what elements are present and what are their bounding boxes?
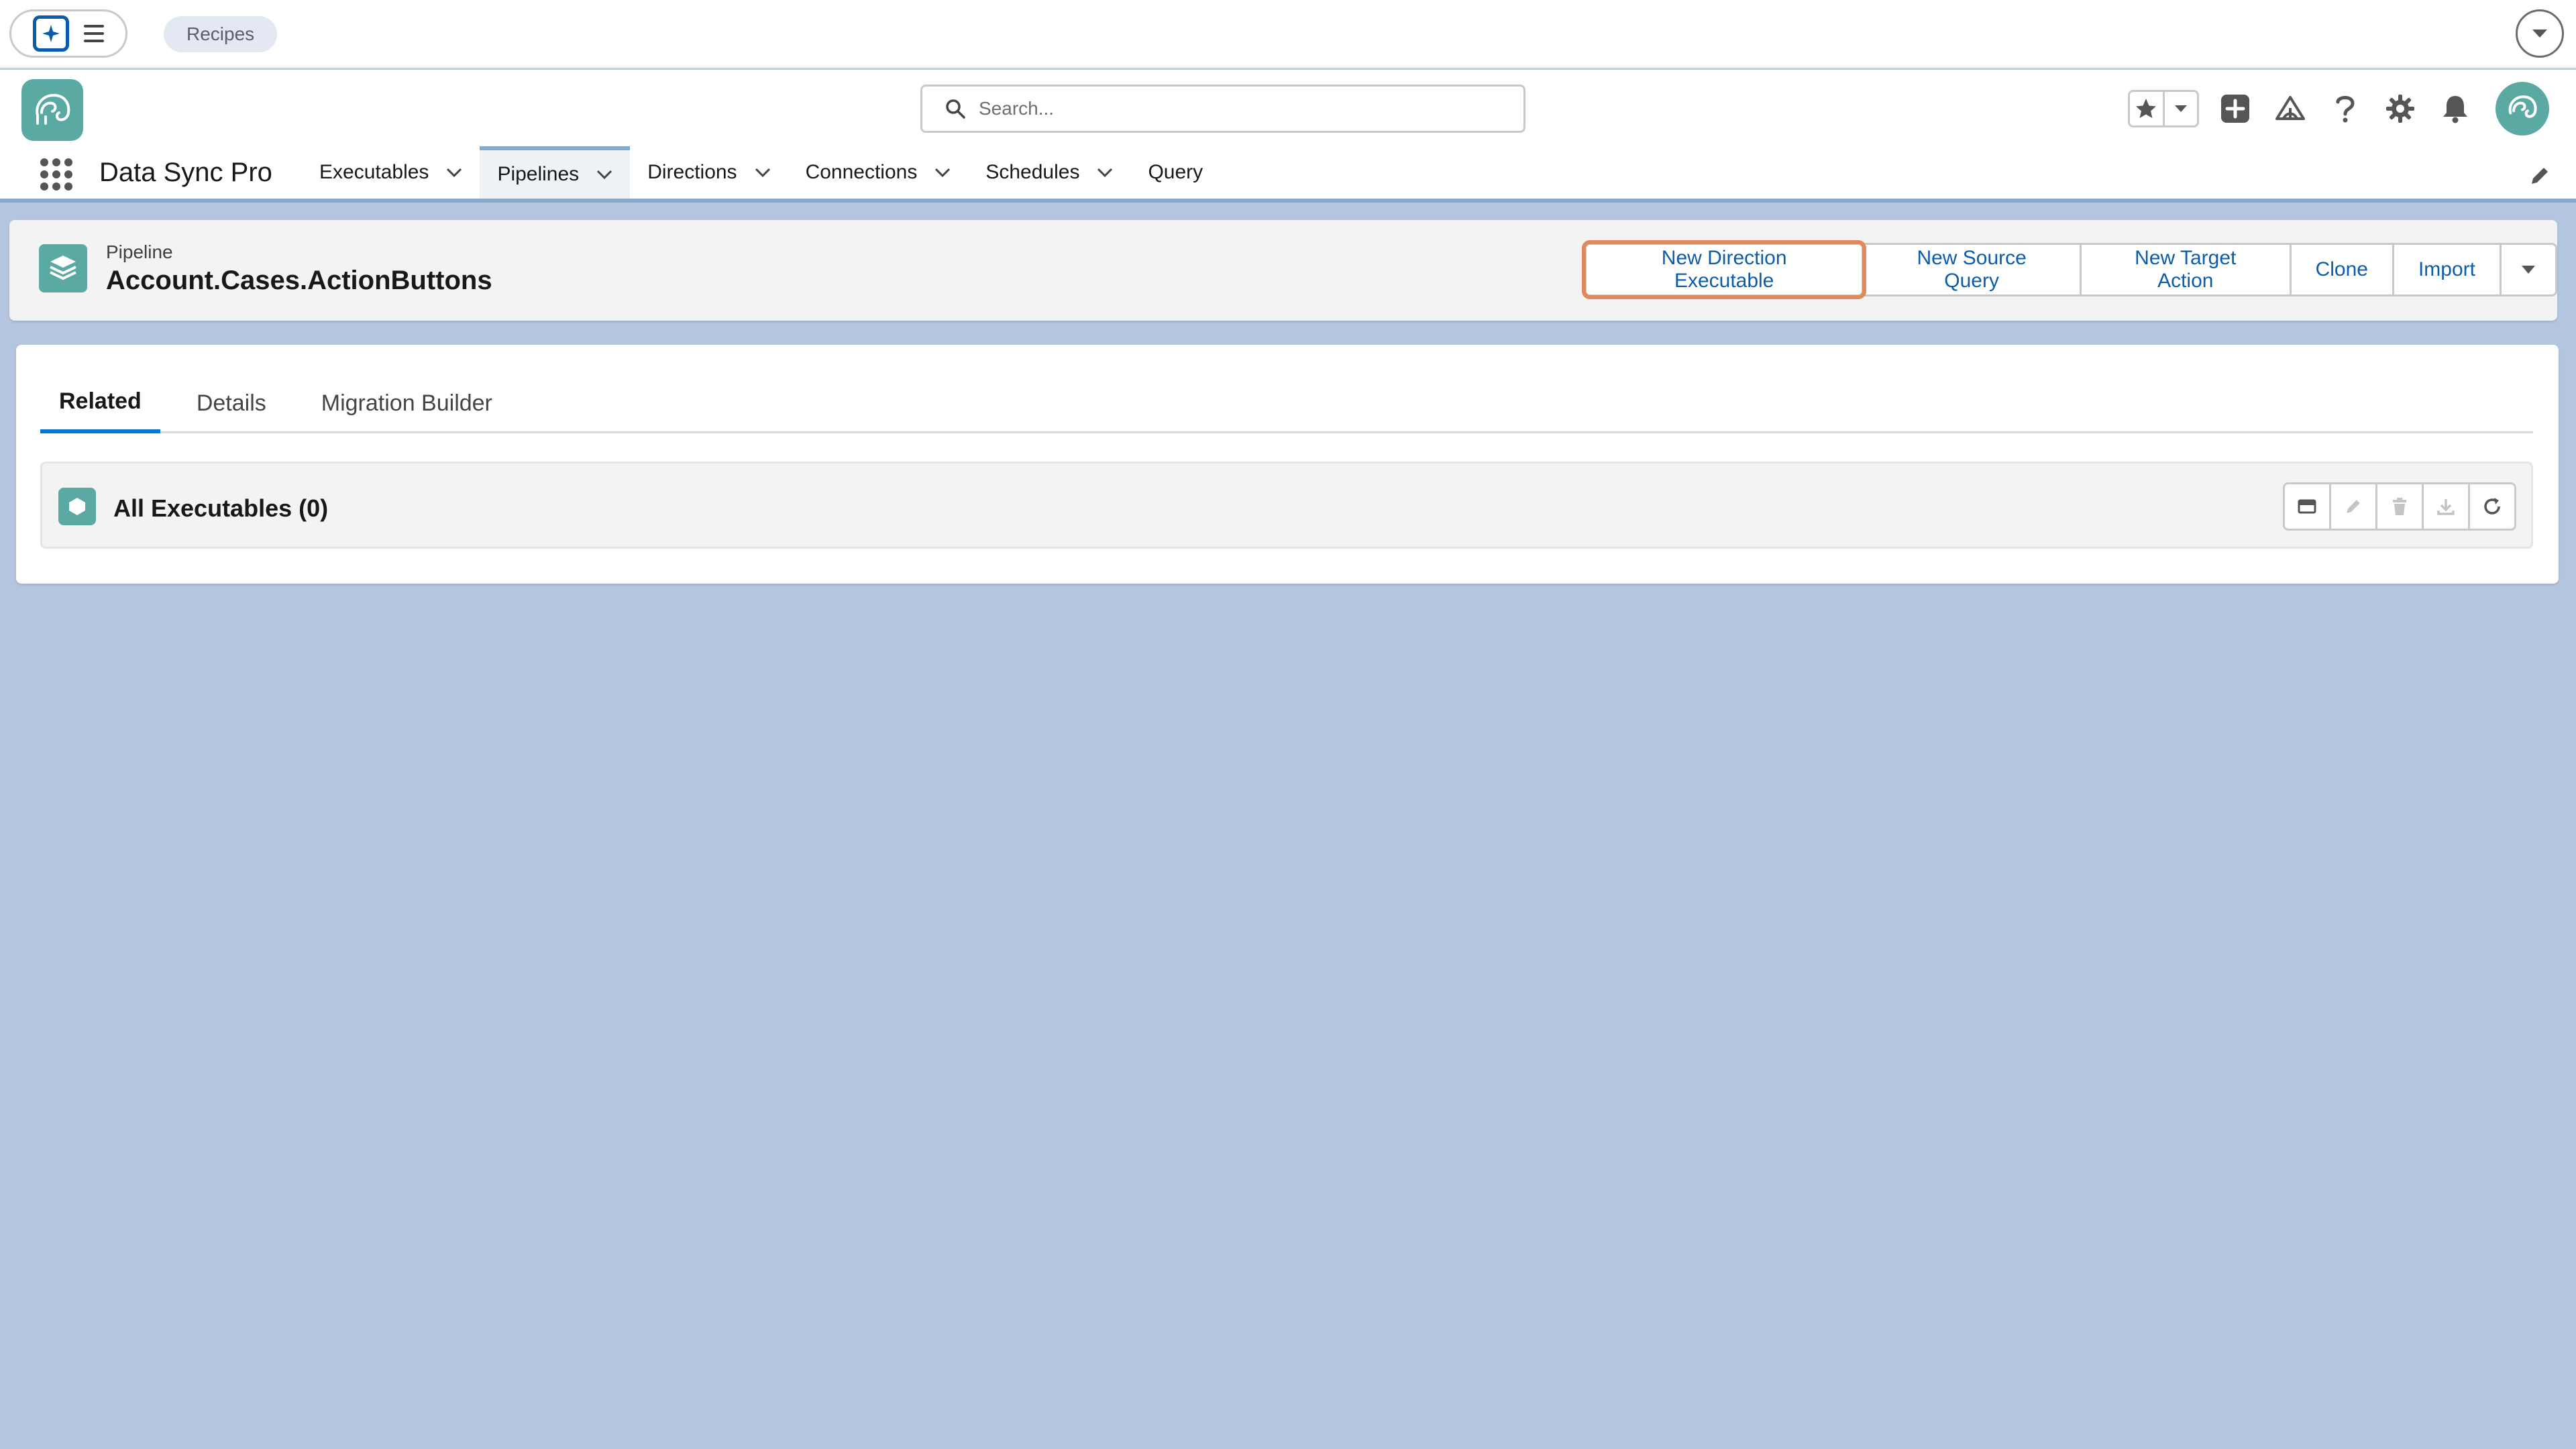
favorites-menu-button[interactable] (2165, 92, 2198, 125)
trash-icon (2393, 498, 2406, 515)
elephant-logo-icon (36, 93, 70, 125)
nav-item-directions[interactable]: Directions (630, 146, 788, 199)
related-list-title[interactable]: All Executables (0) (113, 494, 328, 523)
chevron-down-icon[interactable] (1097, 164, 1113, 180)
setup-button[interactable] (2381, 90, 2419, 127)
new-target-action-button[interactable]: New Target Action (2079, 243, 2292, 297)
recipes-chip[interactable]: Recipes (164, 16, 278, 52)
help-icon (2336, 96, 2355, 123)
executable-icon (58, 488, 96, 525)
edit-nav-button[interactable] (2529, 165, 2551, 190)
download-icon (2437, 499, 2455, 515)
hamburger-menu-icon (84, 25, 104, 42)
nav-item-label: Connections (805, 161, 918, 183)
nav-item-query[interactable]: Query (1130, 146, 1220, 199)
delete-button[interactable] (2375, 482, 2424, 531)
tab-details[interactable]: Details (178, 373, 285, 433)
related-list-actions (2283, 482, 2516, 531)
global-search[interactable] (920, 85, 1525, 133)
nav-items: Executables Pipelines Directions Connect… (302, 146, 1220, 199)
trailhead-button[interactable] (2271, 90, 2309, 127)
edit-button[interactable] (2329, 482, 2377, 531)
record-tabs: Related Details Migration Builder (40, 373, 2533, 433)
chevron-down-icon (2532, 30, 2547, 38)
notifications-button[interactable] (2436, 90, 2474, 127)
help-button[interactable] (2326, 90, 2364, 127)
utility-dropdown-button[interactable] (2516, 9, 2564, 58)
refresh-icon (2484, 498, 2500, 515)
tab-related[interactable]: Related (40, 373, 160, 433)
global-actions-button[interactable] (2216, 90, 2254, 127)
caret-down-icon (2522, 266, 2535, 274)
header-icon-group (2128, 82, 2549, 136)
new-direction-executable-button[interactable]: New Direction Executable (1581, 240, 1867, 299)
record-header: Pipeline Account.Cases.ActionButtons New… (9, 220, 2557, 321)
import-button[interactable]: Import (2392, 243, 2502, 297)
nav-item-label: Executables (319, 161, 429, 183)
search-input[interactable] (979, 98, 1489, 119)
chevron-down-icon[interactable] (934, 164, 951, 180)
nav-item-connections[interactable]: Connections (788, 146, 969, 199)
gear-icon (2386, 95, 2414, 123)
star-icon (2136, 99, 2157, 118)
chevron-down-icon[interactable] (755, 164, 771, 180)
nav-item-pipelines[interactable]: Pipelines (480, 146, 631, 199)
record-title: Account.Cases.ActionButtons (106, 266, 492, 295)
add-icon (2221, 95, 2249, 123)
bell-icon (2443, 96, 2467, 123)
elephant-avatar-icon (2508, 95, 2537, 118)
nav-item-label: Schedules (985, 161, 1080, 183)
sparkle-icon (33, 15, 69, 52)
favorites-star-button[interactable] (2130, 92, 2165, 125)
global-header (0, 70, 2576, 149)
tab-migration-builder[interactable]: Migration Builder (303, 373, 511, 433)
nav-item-schedules[interactable]: Schedules (968, 146, 1130, 199)
pencil-icon (2347, 500, 2360, 513)
app-launcher-icon[interactable] (40, 158, 72, 191)
new-source-query-button[interactable]: New Source Query (1862, 243, 2082, 297)
related-list-all-executables: All Executables (0) (40, 462, 2533, 549)
record-type-label: Pipeline (106, 241, 173, 262)
more-actions-button[interactable] (2500, 243, 2557, 297)
trailhead-icon (2275, 96, 2305, 120)
record-action-buttons: New Direction Executable New Source Quer… (1581, 240, 2557, 299)
pipeline-icon (39, 244, 87, 292)
utility-bar: Recipes (0, 0, 2576, 68)
nav-item-label: Pipelines (497, 163, 580, 185)
app-logo[interactable] (21, 79, 83, 141)
nav-item-label: Directions (647, 161, 737, 183)
chevron-down-icon[interactable] (596, 166, 612, 182)
app-navigation-bar: Data Sync Pro Executables Pipelines Dire… (0, 146, 2576, 203)
chevron-down-icon[interactable] (446, 164, 462, 180)
caret-down-icon (2174, 105, 2187, 112)
search-icon (946, 99, 965, 119)
agent-launcher-button[interactable] (9, 9, 127, 58)
user-avatar[interactable] (2496, 82, 2549, 136)
record-detail-card: Related Details Migration Builder All Ex… (16, 345, 2559, 584)
favorites-group (2128, 90, 2199, 127)
view-button[interactable] (2283, 482, 2331, 531)
download-button[interactable] (2422, 482, 2470, 531)
nav-item-executables[interactable]: Executables (302, 146, 480, 199)
clone-button[interactable]: Clone (2289, 243, 2394, 297)
table-view-icon (2298, 499, 2316, 514)
refresh-button[interactable] (2468, 482, 2516, 531)
pencil-icon (2532, 168, 2548, 184)
nav-item-label: Query (1148, 161, 1203, 183)
app-name: Data Sync Pro (99, 158, 272, 187)
